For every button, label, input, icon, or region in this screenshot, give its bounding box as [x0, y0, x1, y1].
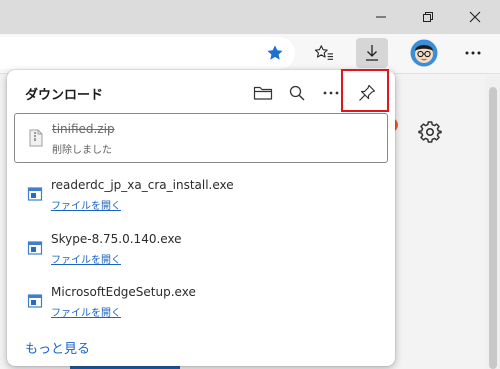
download-status: 削除しました [52, 145, 112, 156]
download-item[interactable]: tinified.zip 削除しました [14, 113, 388, 163]
gear-icon[interactable] [418, 120, 442, 144]
see-more-link[interactable]: もっと見る [25, 338, 90, 357]
exe-file-icon [27, 294, 43, 308]
more-icon [323, 91, 339, 95]
settings-more-button[interactable] [457, 38, 489, 68]
star-filled-icon [267, 45, 283, 60]
favorites-icon [314, 45, 333, 60]
minimize-button[interactable] [358, 0, 404, 34]
exe-file-icon [27, 241, 43, 255]
restore-icon [423, 12, 433, 22]
open-file-link[interactable]: ファイルを開く [51, 251, 121, 266]
favorite-star-button[interactable] [259, 38, 291, 68]
scrollbar-thumb[interactable] [489, 87, 497, 369]
browser-toolbar [0, 34, 500, 74]
open-folder-button[interactable] [249, 80, 277, 106]
open-file-link[interactable]: ファイルを開く [51, 197, 121, 212]
address-bar[interactable] [0, 37, 295, 69]
scrollbar[interactable] [486, 75, 500, 369]
downloads-title: ダウンロード [25, 88, 104, 103]
highlight-box [341, 69, 389, 112]
search-downloads-button[interactable] [283, 80, 311, 106]
restore-button[interactable] [405, 0, 451, 34]
file-name: readerdc_jp_xa_cra_install.exe [51, 178, 234, 192]
avatar [410, 39, 438, 67]
download-item[interactable]: MicrosoftEdgeSetup.exe ファイルを開く [14, 277, 388, 327]
zip-file-icon [29, 129, 43, 147]
search-icon [289, 85, 305, 101]
open-file-link[interactable]: ファイルを開く [51, 304, 121, 319]
download-item[interactable]: readerdc_jp_xa_cra_install.exe ファイルを開く [14, 170, 388, 220]
downloads-panel: ダウンロード tinified.zip 削除しました readerdc_jp_x… [7, 70, 395, 366]
profile-button[interactable] [408, 38, 440, 68]
exe-file-icon [27, 187, 43, 201]
minimize-icon [376, 16, 386, 18]
downloads-button[interactable] [356, 38, 388, 68]
file-name: MicrosoftEdgeSetup.exe [51, 285, 196, 299]
close-button[interactable] [452, 0, 498, 34]
download-icon [366, 45, 378, 61]
file-name: Skype-8.75.0.140.exe [51, 232, 182, 246]
favorites-button[interactable] [308, 38, 340, 68]
download-item[interactable]: Skype-8.75.0.140.exe ファイルを開く [14, 224, 388, 274]
ellipsis-icon [465, 51, 481, 55]
folder-icon [253, 86, 273, 100]
title-bar [0, 0, 500, 34]
file-name: tinified.zip [52, 122, 115, 136]
close-icon [469, 11, 481, 23]
